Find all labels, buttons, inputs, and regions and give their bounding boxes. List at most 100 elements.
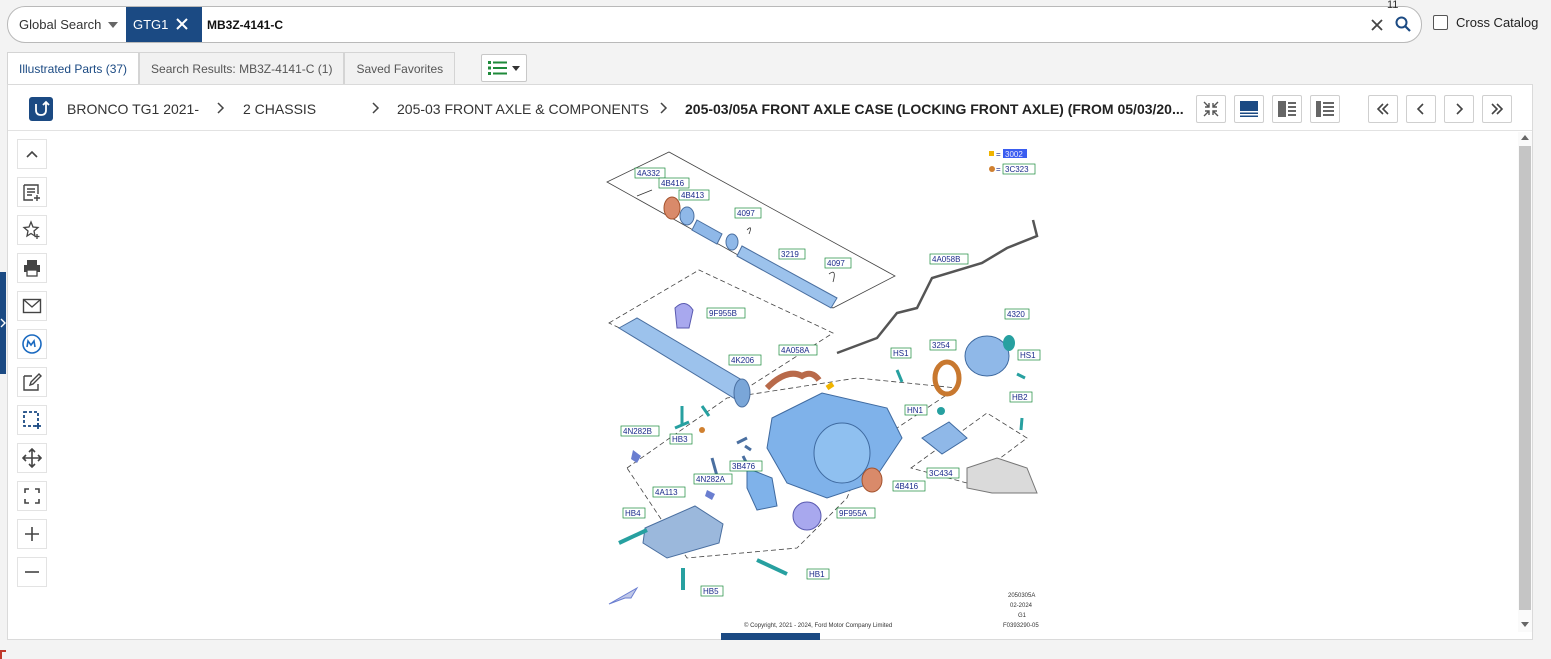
diagram-legend: = 3002 = 3C323 [989,149,1036,175]
callout-label[interactable]: 4A058B [932,255,960,264]
add-note-button[interactable] [17,177,47,207]
copyright-text: © Copyright, 2021 - 2024, Ford Motor Com… [744,622,892,629]
callout-label[interactable]: 4N282A [696,475,726,484]
scroll-up-icon[interactable] [1521,134,1529,140]
add-favorite-button[interactable] [17,215,47,245]
tab-saved-favorites[interactable]: Saved Favorites [344,52,456,85]
layout-full-button[interactable] [1234,95,1264,123]
pan-icon [22,448,42,468]
callout-label[interactable]: 4A332 [637,169,661,178]
scroll-down-icon[interactable] [1521,622,1529,628]
breadcrumb-item-front-axle[interactable]: 205-03 FRONT AXLE & COMPONENTS [397,101,649,117]
layout-split-button[interactable] [1272,95,1302,123]
breadcrumb-item-current: 205-03/05A FRONT AXLE CASE (LOCKING FRON… [685,101,1184,117]
pan-button[interactable] [17,443,47,473]
drawing-reference: 2050305A 02-2024 G1 F0393290-05 © Copyri… [744,593,1039,629]
callout-label[interactable]: HB1 [809,570,825,579]
chevron-down-icon [108,22,118,28]
breadcrumb: BRONCO TG1 2021- 2 CHASSIS 205-03 FRONT … [8,85,1532,131]
add-favorite-icon [22,220,40,239]
exploded-parts-diagram[interactable]: 4A332 4B416 4B413 4097 3219 4097 4A058B … [597,138,1049,632]
callout-label[interactable]: 4K206 [731,356,755,365]
tab-label: Search Results: MB3Z-4141-C (1) [151,62,333,76]
first-page-button[interactable] [1368,95,1398,123]
legend-code[interactable]: 3002 [1005,150,1023,159]
svg-text:=: = [996,150,1001,159]
last-page-button[interactable] [1482,95,1512,123]
pane-splitter-handle[interactable] [721,633,820,640]
tab-bar: Illustrated Parts (37) Search Results: M… [7,52,456,85]
callout-label[interactable]: HB2 [1012,393,1028,402]
callout-label[interactable]: 3B476 [732,462,756,471]
select-region-icon [23,411,41,429]
callout-label[interactable]: HB5 [703,587,719,596]
cross-catalog-checkbox[interactable]: Cross Catalog [1433,15,1538,30]
fit-screen-icon [24,488,40,504]
callout-label[interactable]: 4B416 [895,482,919,491]
home-icon[interactable] [29,97,53,121]
list-view-icon [488,61,507,75]
drawing-variant: G1 [1018,613,1027,619]
search-icon[interactable] [1394,15,1412,33]
print-button[interactable] [17,253,47,283]
chevron-left-icon [1416,103,1424,115]
breadcrumb-item-vehicle[interactable]: BRONCO TG1 2021- [67,101,199,117]
callout-label[interactable]: 4B413 [681,191,705,200]
tab-illustrated-parts[interactable]: Illustrated Parts (37) [7,52,140,85]
select-region-button[interactable] [17,405,47,435]
callout-label[interactable]: HB3 [672,435,688,444]
breadcrumb-item-chassis[interactable]: 2 CHASSIS [243,101,316,117]
callout-label[interactable]: 4N282B [623,427,652,436]
zoom-out-button[interactable] [17,557,47,587]
search-scope-dropdown[interactable]: Global Search [8,7,126,42]
callout-label[interactable]: 9F955A [839,509,868,518]
fit-screen-button[interactable] [17,481,47,511]
partial-element [0,650,6,659]
collapse-toolbar-button[interactable] [17,139,47,169]
callout-label[interactable]: HB4 [625,509,641,518]
callout-label[interactable]: 4A113 [655,488,678,497]
scrollbar-thumb[interactable] [1519,146,1531,610]
drawing-number: 2050305A [1008,593,1035,599]
callout-label[interactable]: HS1 [893,349,909,358]
close-icon[interactable] [174,16,190,32]
email-button[interactable] [17,291,47,321]
result-count: 11 [1387,0,1399,11]
callout-label[interactable]: 3C434 [929,469,953,478]
callout-label[interactable]: 4097 [737,209,755,218]
add-note-icon [23,184,40,201]
tab-search-results[interactable]: Search Results: MB3Z-4141-C (1) [139,52,345,85]
side-panel-toggle[interactable] [0,272,6,374]
double-chevron-left-icon [1376,103,1389,115]
view-mode-dropdown[interactable] [481,54,527,82]
search-input[interactable]: MB3Z-4141-C [207,7,283,42]
catalog-chip[interactable]: GTG1 [126,7,202,42]
clear-search-icon[interactable] [1369,17,1385,33]
chevron-down-icon [512,65,520,71]
layout-split-icon [1278,101,1296,117]
tab-label: Saved Favorites [356,62,444,76]
zoom-in-icon [25,527,39,541]
drawing-date: 02-2024 [1010,603,1033,609]
callout-label[interactable]: 3254 [932,341,950,350]
zoom-in-button[interactable] [17,519,47,549]
callout-label[interactable]: 4097 [827,259,845,268]
layout-list-button[interactable] [1310,95,1340,123]
next-page-button[interactable] [1444,95,1474,123]
edit-button[interactable] [17,367,47,397]
layout-full-icon [1240,101,1258,117]
checkbox-icon[interactable] [1433,15,1448,30]
callout-label[interactable]: 9F955B [709,309,737,318]
previous-page-button[interactable] [1406,95,1436,123]
collapse-icon [1203,101,1219,117]
callout-label[interactable]: 4A058A [781,346,810,355]
callout-label[interactable]: 4B416 [661,179,685,188]
callout-label[interactable]: HN1 [907,406,924,415]
motorcraft-button[interactable] [17,329,47,359]
callout-label[interactable]: 3219 [781,250,799,259]
collapse-view-button[interactable] [1196,95,1226,123]
callout-label[interactable]: 4320 [1007,310,1025,319]
layout-list-icon [1316,101,1334,117]
callout-label[interactable]: HS1 [1020,351,1036,360]
legend-code[interactable]: 3C323 [1005,165,1029,174]
